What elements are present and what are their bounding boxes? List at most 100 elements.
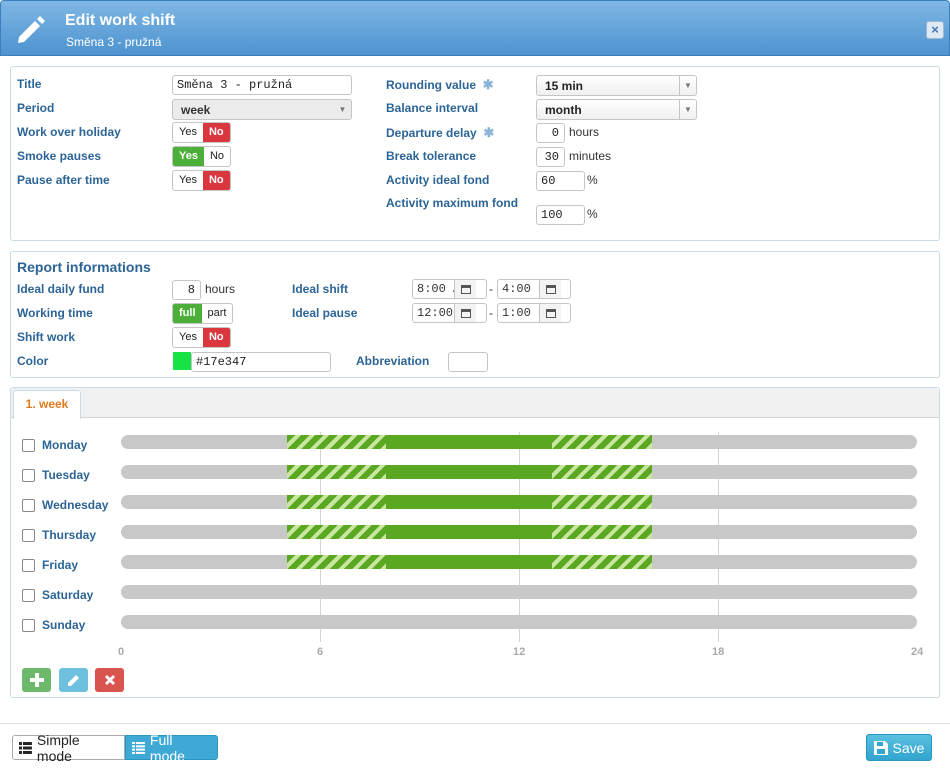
day-checkbox[interactable] bbox=[22, 589, 35, 602]
day-checkbox[interactable] bbox=[22, 529, 35, 542]
flexible-time-bar[interactable] bbox=[552, 435, 652, 449]
smoke-yes[interactable]: Yes bbox=[173, 147, 204, 166]
title-input[interactable]: Směna 3 - pružná bbox=[172, 75, 352, 95]
x-tick-label: 12 bbox=[513, 646, 526, 658]
ideal-fond-input[interactable]: 60 bbox=[536, 171, 585, 191]
ideal-shift-from-input[interactable]: 8:00 A bbox=[412, 279, 487, 299]
day-label: Thursday bbox=[42, 528, 97, 542]
break-input[interactable]: 30 bbox=[536, 147, 565, 167]
pause-yes[interactable]: Yes bbox=[173, 171, 203, 190]
working-full[interactable]: full bbox=[173, 304, 202, 323]
shift-work-toggle[interactable]: Yes No bbox=[172, 327, 231, 348]
fixed-time-bar[interactable] bbox=[386, 495, 553, 509]
daily-fund-label: Ideal daily fund bbox=[17, 282, 105, 296]
dialog-subtitle: Směna 3 - pružná bbox=[66, 35, 162, 49]
close-button[interactable]: × bbox=[926, 21, 944, 39]
full-mode-label: Full mode bbox=[149, 731, 185, 764]
flexible-time-bar[interactable] bbox=[286, 495, 387, 509]
delete-button[interactable] bbox=[95, 668, 124, 692]
color-swatch[interactable] bbox=[173, 352, 191, 370]
flexible-time-bar[interactable] bbox=[286, 525, 387, 539]
departure-label: Departure delay ✱ bbox=[386, 125, 495, 140]
edit-button[interactable] bbox=[59, 668, 88, 692]
holiday-toggle[interactable]: Yes No bbox=[172, 122, 231, 143]
calendar-icon[interactable] bbox=[539, 280, 561, 298]
pencil-icon bbox=[18, 16, 45, 43]
flexible-time-bar[interactable] bbox=[552, 465, 652, 479]
day-checkbox[interactable] bbox=[22, 619, 35, 632]
flexible-time-bar[interactable] bbox=[286, 465, 387, 479]
ideal-fond-unit: % bbox=[587, 173, 598, 187]
fixed-time-bar[interactable] bbox=[386, 435, 553, 449]
smoke-toggle[interactable]: Yes No bbox=[172, 146, 232, 167]
flexible-time-bar[interactable] bbox=[552, 525, 652, 539]
ideal-shift-to-value: 4:00 P bbox=[502, 282, 539, 296]
daily-fund-unit: hours bbox=[205, 282, 236, 296]
asterisk-icon: ✱ bbox=[483, 125, 495, 140]
max-fond-input[interactable]: 100 bbox=[536, 205, 585, 225]
working-part[interactable]: part bbox=[202, 304, 233, 323]
save-label: Save bbox=[892, 739, 925, 756]
add-button[interactable] bbox=[22, 668, 51, 692]
x-tick-label: 18 bbox=[712, 646, 725, 658]
departure-input[interactable]: 0 bbox=[536, 123, 565, 143]
flexible-time-bar[interactable] bbox=[552, 495, 652, 509]
period-value: week bbox=[181, 103, 211, 117]
calendar-icon[interactable] bbox=[539, 304, 561, 322]
shift-work-no[interactable]: No bbox=[202, 328, 230, 347]
flexible-time-bar[interactable] bbox=[286, 435, 387, 449]
pause-no[interactable]: No bbox=[202, 171, 230, 190]
ideal-pause-from-input[interactable]: 12:00 bbox=[412, 303, 487, 323]
plus-icon bbox=[29, 673, 44, 687]
daily-fund-input[interactable]: 8 bbox=[172, 280, 201, 300]
day-checkbox[interactable] bbox=[22, 469, 35, 482]
x-tick-label: 0 bbox=[118, 646, 125, 658]
smoke-no[interactable]: No bbox=[204, 147, 230, 166]
shift-work-label: Shift work bbox=[17, 330, 76, 344]
ideal-pause-label: Ideal pause bbox=[292, 306, 358, 320]
x-tick-label: 6 bbox=[317, 646, 324, 658]
abbreviation-input[interactable] bbox=[448, 352, 488, 372]
dialog-header: Edit work shift Směna 3 - pružná × bbox=[0, 0, 950, 56]
shift-work-yes[interactable]: Yes bbox=[173, 328, 203, 347]
list-icon bbox=[19, 741, 32, 754]
rounding-select[interactable]: 15 min ▼ bbox=[536, 75, 697, 96]
full-mode-button[interactable]: Full mode bbox=[125, 732, 218, 764]
break-unit: minutes bbox=[569, 149, 612, 163]
tab-bar: 1. week bbox=[11, 388, 939, 419]
ideal-pause-to-input[interactable]: 1:00 P bbox=[497, 303, 571, 323]
working-time-toggle[interactable]: full part bbox=[172, 303, 234, 324]
color-input[interactable]: #17e347 bbox=[191, 352, 331, 372]
save-button[interactable]: Save bbox=[866, 734, 932, 761]
report-panel: Report informations Ideal daily fund 8 h… bbox=[10, 251, 940, 378]
calendar-icon[interactable] bbox=[454, 280, 476, 298]
flexible-time-bar[interactable] bbox=[286, 555, 387, 569]
day-checkbox[interactable] bbox=[22, 439, 35, 452]
pause-toggle[interactable]: Yes No bbox=[172, 170, 231, 191]
chevron-down-icon: ▼ bbox=[679, 76, 696, 95]
flexible-time-bar[interactable] bbox=[552, 555, 652, 569]
day-label: Wednesday bbox=[42, 498, 109, 512]
break-label: Break tolerance bbox=[386, 149, 477, 163]
holiday-yes[interactable]: Yes bbox=[173, 123, 203, 142]
settings-panel: Title Směna 3 - pružná Period week ▼ Wor… bbox=[10, 66, 940, 241]
day-checkbox[interactable] bbox=[22, 559, 35, 572]
chevron-down-icon: ▼ bbox=[338, 105, 347, 114]
color-label: Color bbox=[17, 354, 49, 368]
day-checkbox[interactable] bbox=[22, 499, 35, 512]
day-track[interactable] bbox=[121, 615, 917, 629]
period-select[interactable]: week ▼ bbox=[172, 99, 352, 120]
holiday-label: Work over holiday bbox=[17, 125, 121, 139]
ideal-shift-to-input[interactable]: 4:00 P bbox=[497, 279, 571, 299]
floppy-icon bbox=[873, 740, 888, 755]
calendar-icon[interactable] bbox=[454, 304, 476, 322]
fixed-time-bar[interactable] bbox=[386, 555, 553, 569]
fixed-time-bar[interactable] bbox=[386, 525, 553, 539]
simple-mode-button[interactable]: Simple mode bbox=[12, 732, 125, 764]
balance-select[interactable]: month ▼ bbox=[536, 99, 697, 120]
day-track[interactable] bbox=[121, 585, 917, 599]
tab-week-1[interactable]: 1. week bbox=[13, 390, 81, 419]
abbreviation-label: Abbreviation bbox=[356, 354, 430, 368]
fixed-time-bar[interactable] bbox=[386, 465, 553, 479]
holiday-no[interactable]: No bbox=[202, 123, 230, 142]
